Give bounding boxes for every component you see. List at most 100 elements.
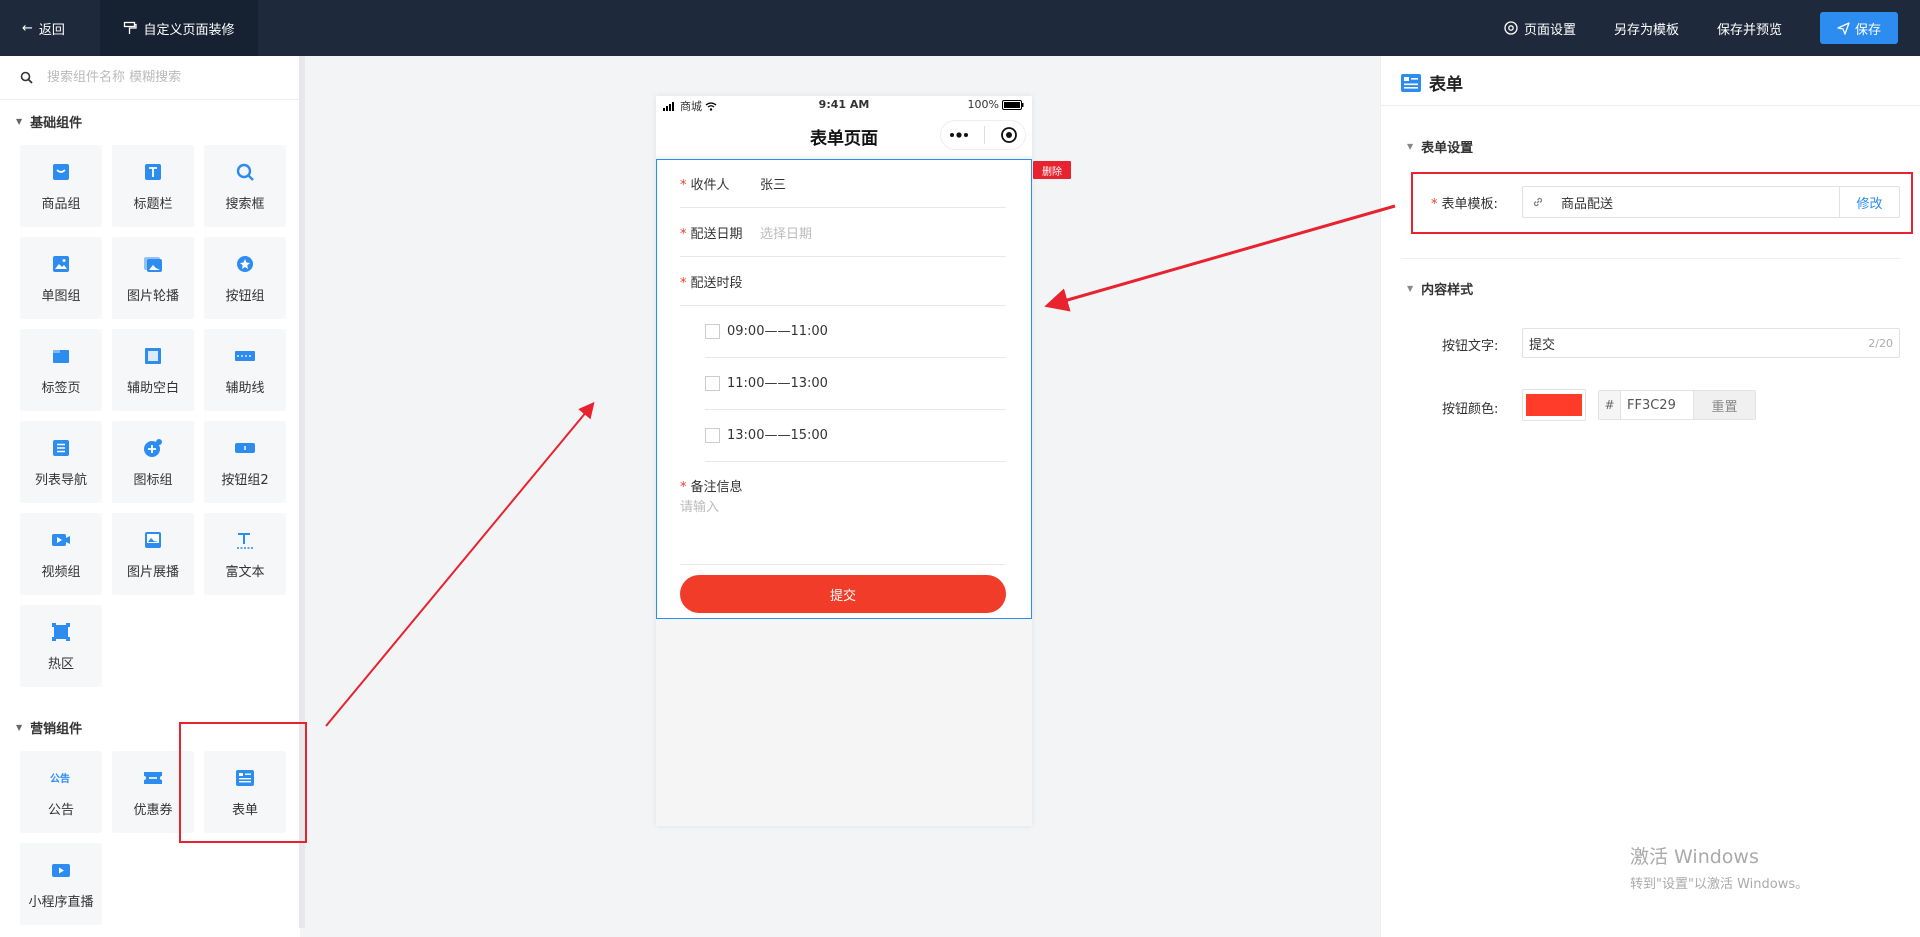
form-icon: [234, 767, 256, 789]
windows-activation-watermark: 激活 Windows 转到"设置"以激活 Windows。: [1630, 846, 1809, 892]
battery-icon: [1002, 99, 1024, 110]
coupon-icon: [142, 767, 164, 789]
tabs-icon: [50, 345, 72, 367]
component-tile-hotspot[interactable]: 热区: [20, 605, 102, 687]
content-style-section[interactable]: ▼ 内容样式: [1407, 279, 1473, 298]
slot-option[interactable]: 13:00——15:00: [705, 410, 1006, 462]
delivery-date-field[interactable]: * 配送日期 选择日期: [680, 208, 1006, 257]
delivery-slot-field: * 配送时段: [680, 257, 1006, 306]
button-color-label: 按钮颜色:: [1442, 402, 1499, 417]
component-tile-notice[interactable]: 公告 公告: [20, 751, 102, 833]
component-tile-label: 搜索框: [225, 196, 265, 212]
checkbox[interactable]: [705, 376, 720, 391]
component-tile-label: 标题栏: [133, 196, 173, 212]
component-tile-rich-text[interactable]: 富文本: [204, 513, 286, 595]
component-tile-label: 优惠券: [133, 802, 173, 818]
char-count: 2/20: [1868, 336, 1893, 350]
component-tile-carousel[interactable]: 图片轮播: [112, 237, 194, 319]
component-tile-goods[interactable]: 商品组: [20, 145, 102, 227]
component-tile-button-group[interactable]: 按钮组: [204, 237, 286, 319]
component-tile-label: 热区: [47, 656, 74, 672]
template-label: * 表单模板:: [1431, 197, 1498, 212]
svg-text:公告: 公告: [50, 772, 70, 785]
receiver-field[interactable]: * 收件人 张三: [680, 160, 1006, 208]
back-button[interactable]: ← 返回: [22, 0, 65, 56]
blank-icon: [142, 345, 164, 367]
component-tile-label: 辅助空白: [126, 380, 179, 396]
video-icon: [50, 529, 72, 551]
more-dots-icon[interactable]: [949, 132, 969, 138]
button-text-label: 按钮文字:: [1442, 339, 1499, 354]
slot-option[interactable]: 09:00——11:00: [705, 306, 1006, 358]
component-tile-label: 按钮组: [225, 288, 265, 304]
component-tile-label: 列表导航: [34, 472, 87, 488]
component-tile-video[interactable]: 视频组: [20, 513, 102, 595]
reset-color-button[interactable]: 重置: [1693, 391, 1755, 419]
send-icon: [1837, 21, 1850, 35]
component-tile-icon-group[interactable]: 图标组: [112, 421, 194, 503]
component-tile-tabs[interactable]: 标签页: [20, 329, 102, 411]
component-tile-button-group2[interactable]: 按钮组2: [204, 421, 286, 503]
gallery-icon: [142, 529, 164, 551]
close-circle-icon[interactable]: [1000, 126, 1018, 144]
component-panel: ▼ 基础组件 商品组 标题栏 搜索框单图组 图片轮播 按钮组标签页 辅助空白 辅助线列表导航…: [0, 56, 300, 937]
component-tile-label: 图标组: [133, 472, 173, 488]
component-tile-label: 图片展播: [126, 564, 179, 580]
remark-field[interactable]: * 备注信息 请输入: [680, 462, 1006, 565]
basic-components-header[interactable]: ▼ 基础组件: [16, 112, 82, 131]
component-tile-search[interactable]: 搜索框: [204, 145, 286, 227]
component-tile-coupon[interactable]: 优惠券: [112, 751, 194, 833]
form-settings-section[interactable]: ▼ 表单设置: [1407, 137, 1473, 156]
save-and-preview-button[interactable]: 保存并预览: [1717, 19, 1782, 38]
checkbox[interactable]: [705, 428, 720, 443]
status-bar: 商城 9:41 AM 100%: [656, 96, 1032, 114]
component-tile-live[interactable]: 小程序直播: [20, 843, 102, 925]
component-tile-label: 辅助线: [225, 380, 265, 396]
color-hex-input[interactable]: [1621, 397, 1693, 413]
form-component[interactable]: * 收件人 张三 * 配送日期 选择日期 * 配送时段 09:00——11:00 11…: [656, 159, 1032, 619]
delete-component-button[interactable]: 删除: [1033, 161, 1071, 179]
component-search-input[interactable]: [47, 70, 287, 85]
title-icon: [142, 161, 164, 183]
checkbox[interactable]: [705, 324, 720, 339]
list-nav-icon: [50, 437, 72, 459]
gear-icon: [1504, 21, 1518, 35]
component-tile-divider[interactable]: 辅助线: [204, 329, 286, 411]
left-panel-scrollbar[interactable]: [299, 56, 305, 928]
component-tile-gallery[interactable]: 图片展播: [112, 513, 194, 595]
hotspot-icon: [50, 621, 72, 643]
component-tile-label: 表单: [231, 802, 258, 818]
submit-button[interactable]: 提交: [680, 575, 1006, 613]
color-swatch[interactable]: [1522, 389, 1586, 421]
decorate-tab[interactable]: 自定义页面装修: [100, 0, 258, 56]
marketing-components-header[interactable]: ▼ 营销组件: [16, 718, 82, 737]
button-text-field[interactable]: 2/20: [1522, 328, 1900, 358]
template-value: 商品配送: [1561, 196, 1614, 212]
button-text-input[interactable]: [1529, 335, 1869, 351]
search-icon: [234, 161, 256, 183]
slot-option[interactable]: 11:00——13:00: [705, 358, 1006, 410]
component-tile-label: 图片轮播: [126, 288, 179, 304]
component-tile-label: 公告: [47, 802, 74, 818]
top-bar: ← 返回 自定义页面装修 页面设置 另存为模板 保存并预览 保存: [0, 0, 1920, 56]
component-tile-title[interactable]: 标题栏: [112, 145, 194, 227]
component-tile-label: 单图组: [41, 288, 81, 304]
image-icon: [50, 253, 72, 275]
component-tile-label: 按钮组2: [221, 472, 269, 488]
edit-template-button[interactable]: 修改: [1839, 187, 1899, 217]
form-icon: [1401, 73, 1421, 92]
save-button[interactable]: 保存: [1820, 12, 1898, 44]
component-tile-list-nav[interactable]: 列表导航: [20, 421, 102, 503]
template-selector[interactable]: 商品配送 修改: [1522, 186, 1900, 218]
component-tile-image[interactable]: 单图组: [20, 237, 102, 319]
carousel-icon: [142, 253, 164, 275]
component-tile-form[interactable]: 表单: [204, 751, 286, 833]
save-as-template-button[interactable]: 另存为模板: [1614, 19, 1679, 38]
rich-text-icon: [234, 529, 256, 551]
component-tile-label: 富文本: [225, 564, 265, 580]
component-tile-blank[interactable]: 辅助空白: [112, 329, 194, 411]
link-icon: [1523, 196, 1553, 208]
caret-down-icon: ▼: [1407, 284, 1414, 293]
properties-panel: 表单 ▼ 表单设置 *表单模板: 商品配送 修改 ▼ 内容样式 按钮文字: 2/…: [1380, 56, 1920, 937]
page-settings-button[interactable]: 页面设置: [1503, 19, 1576, 38]
